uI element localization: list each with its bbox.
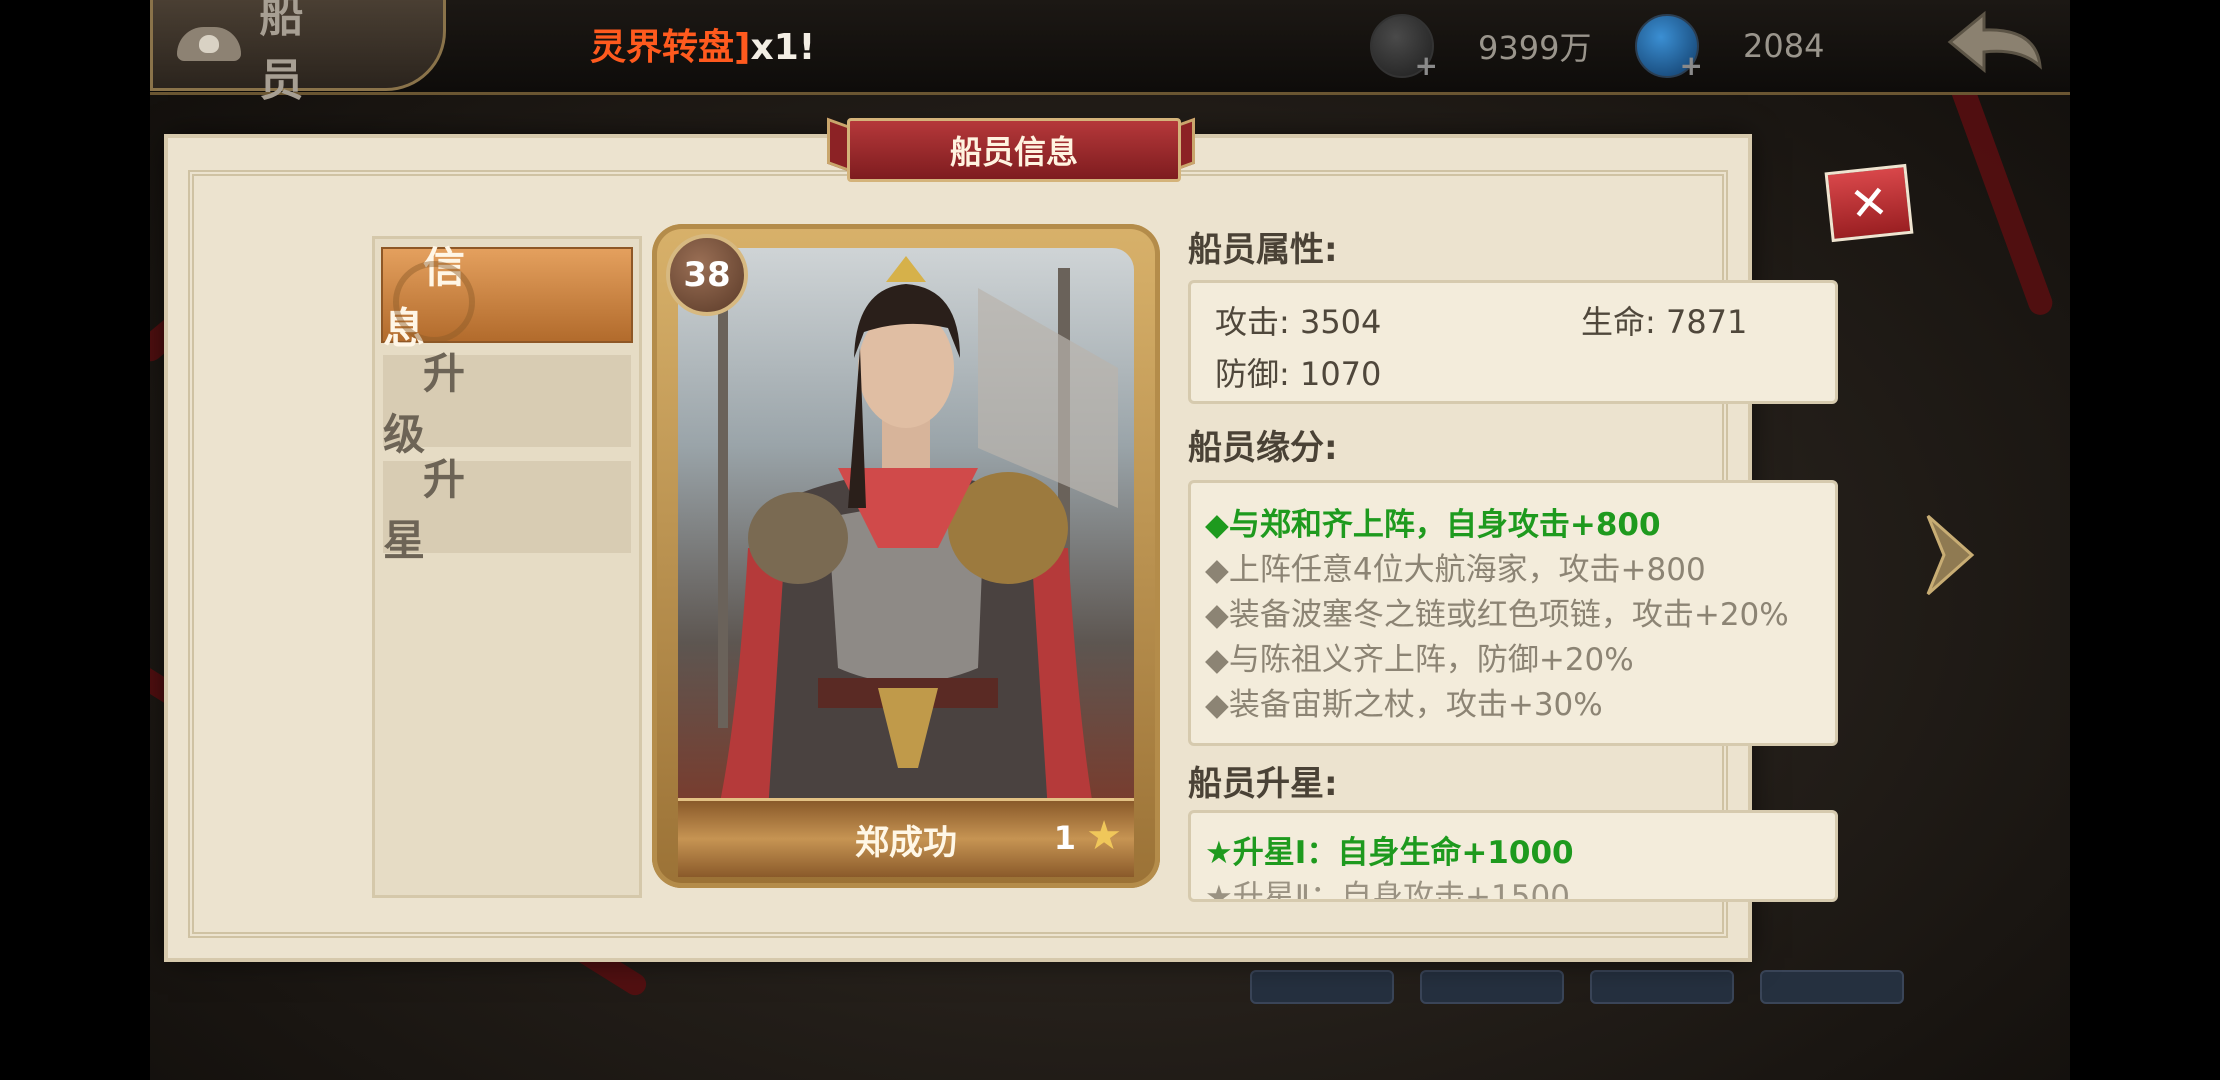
add-gem-icon[interactable]: + bbox=[1680, 49, 1703, 82]
bonds-heading: 船员缘分: bbox=[1188, 428, 1338, 468]
page-title-plate: 船 员 bbox=[150, 0, 446, 106]
gem-value: 2084 bbox=[1743, 27, 1825, 65]
hero-name: 郑成功 bbox=[855, 822, 957, 863]
star-up-item: ★升星Ⅱ：自身攻击+1500 bbox=[1205, 879, 1570, 902]
star-icon: ★ bbox=[1086, 813, 1122, 859]
level-badge: 38 bbox=[666, 234, 748, 316]
tab-label: 升 级 bbox=[383, 349, 506, 459]
page-title: 船 员 bbox=[259, 0, 334, 106]
tab-list: 信 息 升 级 升 星 bbox=[372, 236, 642, 898]
marquee-suffix: x1! bbox=[750, 27, 816, 68]
top-bar: 船 员 灵界转盘]x1! + 9399万 + 2084 bbox=[150, 0, 2070, 106]
background-crew-card bbox=[1420, 970, 1564, 1004]
broadcast-marquee: 灵界转盘]x1! bbox=[590, 18, 815, 70]
hero-name-bar: 郑成功 1 ★ bbox=[678, 798, 1134, 877]
coin-icon: + bbox=[1370, 14, 1438, 82]
background-crew-card bbox=[1760, 970, 1904, 1004]
gem-icon: + bbox=[1635, 14, 1703, 82]
tab-star-up[interactable]: 升 星 bbox=[381, 455, 633, 565]
attributes-heading: 船员属性: bbox=[1188, 230, 1338, 270]
tab-upgrade[interactable]: 升 级 bbox=[381, 349, 633, 459]
hero-illustration bbox=[718, 256, 1118, 812]
bonds-box: ◆与郑和齐上阵，自身攻击+800 ◆上阵任意4位大航海家，攻击+800 ◆装备波… bbox=[1188, 480, 1838, 746]
pirate-hat-icon bbox=[173, 19, 241, 69]
close-icon: ✕ bbox=[1847, 174, 1891, 232]
star-count: 1 bbox=[1053, 819, 1076, 857]
attributes-box: 攻击: 3504 生命: 7871 防御: 1070 bbox=[1188, 280, 1838, 404]
marquee-highlight: 灵界转盘] bbox=[590, 27, 751, 68]
star-up-heading: 船员升星: bbox=[1188, 764, 1338, 804]
coin-value: 9399万 bbox=[1478, 29, 1592, 67]
background-crew-card bbox=[1250, 970, 1394, 1004]
add-coin-icon[interactable]: + bbox=[1415, 49, 1438, 82]
close-button[interactable]: ✕ bbox=[1824, 163, 1914, 243]
decorative-ribbon bbox=[1944, 65, 2056, 319]
bond-item: ◆装备波塞冬之链或红色项链，攻击+20% bbox=[1205, 597, 1789, 633]
defense-stat: 防御: 1070 bbox=[1215, 355, 1382, 393]
next-crew-arrow-icon[interactable] bbox=[1920, 510, 1980, 600]
tab-info[interactable]: 信 息 bbox=[381, 243, 633, 353]
hp-stat: 生命: 7871 bbox=[1581, 303, 1748, 341]
back-arrow-icon[interactable] bbox=[1940, 8, 2050, 80]
dialog-title-banner: 船员信息 bbox=[827, 112, 1195, 182]
bond-item: ◆与陈祖义齐上阵，防御+20% bbox=[1205, 642, 1634, 678]
tab-label: 升 星 bbox=[383, 455, 506, 565]
star-up-box: ★升星Ⅰ：自身生命+1000 ★升星Ⅱ：自身攻击+1500 bbox=[1188, 810, 1838, 902]
background-crew-card bbox=[1590, 970, 1734, 1004]
attack-stat: 攻击: 3504 bbox=[1215, 303, 1382, 341]
bond-item: ◆与郑和齐上阵，自身攻击+800 bbox=[1205, 507, 1661, 543]
gem-resource[interactable]: + 2084 bbox=[1635, 14, 1825, 82]
bond-item: ◆上阵任意4位大航海家，攻击+800 bbox=[1205, 552, 1706, 588]
ship-wheel-icon bbox=[393, 261, 475, 343]
hero-portrait bbox=[678, 248, 1134, 812]
bond-item: ◆装备宙斯之杖，攻击+30% bbox=[1205, 687, 1603, 723]
star-up-item: ★升星Ⅰ：自身生命+1000 bbox=[1205, 835, 1574, 871]
dialog-title: 船员信息 bbox=[847, 118, 1181, 182]
coin-resource[interactable]: + 9399万 bbox=[1370, 14, 1592, 82]
hero-card: 38 郑成功 1 ★ bbox=[652, 224, 1160, 888]
